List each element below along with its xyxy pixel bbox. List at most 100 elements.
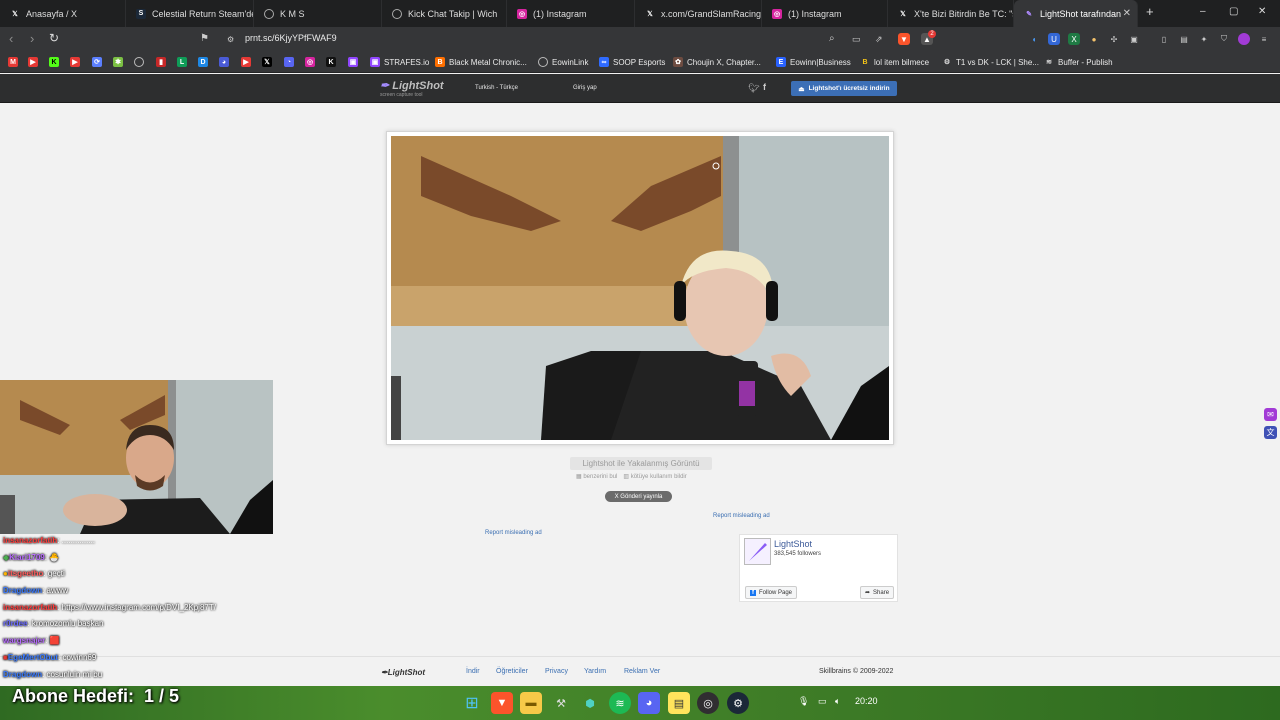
footer-link-download[interactable]: İndir (466, 668, 480, 675)
profile-icon[interactable] (1238, 33, 1250, 45)
login-link[interactable]: Giriş yap (573, 85, 597, 91)
puzzle-icon[interactable]: ✣ (1108, 33, 1120, 45)
footer-link-tutorials[interactable]: Öğreticiler (496, 668, 528, 675)
bookmark-favicon-icon[interactable]: ◕ (219, 57, 229, 67)
sticky-notes-icon[interactable]: ▤ (668, 692, 690, 714)
download-button[interactable]: ⏏ Lightshot'ı ücretsiz indirin (791, 81, 897, 96)
url-input[interactable]: prnt.sc/6KjyYPfFWAF9 (245, 33, 337, 43)
vpn-icon[interactable]: ⬢ (579, 692, 601, 714)
twitch-icon[interactable]: ▣ (348, 57, 358, 67)
tools-icon[interactable]: ⚒ (550, 692, 572, 714)
kick-icon[interactable]: K (49, 57, 59, 67)
bookmark-buffer[interactable]: ≋ Buffer - Publish (1044, 57, 1112, 67)
tab-steam[interactable]: S Celestial Return Steam'de (126, 0, 254, 27)
tab-x-post[interactable]: 𝕏 X'te Bizi Bitirdin Be TC: "sa (888, 0, 1014, 27)
volume-icon[interactable]: 🔈︎ (835, 696, 840, 707)
instagram-icon[interactable]: ◎ (305, 57, 315, 67)
maximize-button[interactable]: ▢ (1229, 6, 1238, 17)
tab-grandslam[interactable]: 𝕏x.com/GrandSlamRacing/s (635, 0, 762, 27)
clock[interactable]: 20:20 (855, 696, 878, 706)
report-ad-link[interactable]: Report misleading ad (485, 530, 542, 536)
forward-icon[interactable]: › (30, 31, 34, 46)
wallet-icon[interactable]: ▤ (1178, 33, 1190, 45)
site-info-icon[interactable]: ⚙ (227, 35, 234, 44)
network-icon[interactable]: ▭ (818, 696, 827, 707)
bookmark-eowinn-business[interactable]: E Eowinn|Business (776, 57, 851, 67)
bookmark-eowinlink[interactable]: EowinLink (538, 57, 588, 67)
bookmark-favicon-icon[interactable]: L (177, 57, 187, 67)
extension-icon[interactable]: ● (1088, 33, 1100, 45)
x-logo-icon[interactable]: 𝕏 (262, 57, 272, 67)
bookmark-black-metal[interactable]: B Black Metal Chronic... (435, 57, 527, 67)
windows-start-icon[interactable]: ⊞ (461, 692, 483, 714)
downloads-icon[interactable]: ▣ (1128, 33, 1140, 45)
sidebar-translate-icon[interactable]: 文 (1264, 426, 1277, 439)
bookmark-favicon-icon[interactable]: ⟳ (92, 57, 102, 67)
twitter-icon[interactable]: 🐦︎ (748, 83, 759, 94)
vpn-icon[interactable]: ⛉ (1218, 33, 1230, 45)
footer-logo[interactable]: ✒LightShot (381, 668, 425, 677)
youtube-icon[interactable]: ▶ (70, 57, 80, 67)
bookmark-favicon-icon[interactable]: M (8, 57, 18, 67)
bookmark-lol-item[interactable]: Blol item bilmece (860, 57, 929, 67)
new-tab-button[interactable]: + (1146, 4, 1154, 19)
bookmark-soop[interactable]: ∞ SOOP Esports (599, 57, 665, 67)
fb-page-name[interactable]: LightShot (774, 539, 812, 549)
youtube-icon[interactable]: ▶ (241, 57, 251, 67)
share-button[interactable]: ➦ Share (860, 586, 895, 599)
discord-icon[interactable]: ◕ (638, 692, 660, 714)
reload-icon[interactable]: ↻ (49, 31, 59, 45)
tab-kms[interactable]: K M S (254, 0, 382, 27)
search-icon[interactable]: ⌕ (829, 33, 835, 44)
youtube-icon[interactable]: ▶ (28, 57, 38, 67)
share-icon[interactable]: ⇗ (875, 34, 883, 45)
file-explorer-icon[interactable]: ▬ (520, 692, 542, 714)
extension-icon[interactable]: U (1048, 33, 1060, 45)
leo-icon[interactable]: ✦ (1198, 33, 1210, 45)
back-icon[interactable]: ‹ (9, 31, 13, 46)
screenshot-image[interactable] (391, 136, 889, 440)
close-icon[interactable]: ✕ (1123, 8, 1131, 19)
bookmark-icon[interactable]: ⚑ (200, 33, 209, 44)
bookmark-favicon-icon[interactable]: ▮ (156, 57, 166, 67)
minimize-button[interactable]: – (1200, 6, 1206, 17)
lightshot-logo[interactable]: ✒ LightShot screen capture tool (380, 79, 444, 98)
spotify-icon[interactable]: ≋ (609, 692, 631, 714)
bookmark-strafes[interactable]: ▣ STRAFES.io (370, 57, 429, 67)
globe-icon[interactable] (134, 57, 144, 67)
bookmark-t1-dk[interactable]: ⚙ T1 vs DK - LCK | She... (942, 57, 1039, 67)
microphone-icon[interactable]: 🎙︎ (798, 696, 809, 707)
brave-icon[interactable]: ▼ (491, 692, 513, 714)
tab-kick-chat[interactable]: Kick Chat Takip | Wich (382, 0, 507, 27)
tab-instagram-1[interactable]: ◎ (1) Instagram (507, 0, 635, 27)
similar-link[interactable]: ▦ benzerini bul (576, 473, 617, 480)
report-abuse-link[interactable]: ▥ kötüye kullanım bildir (623, 473, 686, 480)
bookmark-choujin[interactable]: ✿ Choujin X, Chapter... (673, 57, 761, 67)
discord-icon[interactable]: ◔ (284, 57, 294, 67)
follow-page-button[interactable]: f Follow Page (745, 586, 798, 599)
steam-icon[interactable]: ⚙ (727, 692, 749, 714)
sidebar-extension-icon[interactable]: ✉ (1264, 408, 1277, 421)
tab-instagram-2[interactable]: ◎ (1) Instagram (762, 0, 888, 27)
tab-lightshot[interactable]: ✎ LightShot tarafından ✕ (1014, 0, 1138, 27)
language-select[interactable]: Turkish - Türkçe (475, 85, 518, 91)
extension-icon[interactable]: X (1068, 33, 1080, 45)
facebook-icon[interactable]: f (763, 82, 766, 92)
bookmark-favicon-icon[interactable]: K (326, 57, 336, 67)
footer-link-help[interactable]: Yardım (584, 668, 606, 675)
bookmark-favicon-icon[interactable]: D (198, 57, 208, 67)
cast-icon[interactable]: ▭ (852, 34, 861, 45)
lightshot-avatar[interactable] (744, 538, 771, 565)
extension-icon[interactable]: ◖ (1028, 33, 1040, 45)
bookmark-favicon-icon[interactable]: ✱ (113, 57, 123, 67)
footer-link-privacy[interactable]: Privacy (545, 668, 568, 675)
tab-x-home[interactable]: 𝕏 Anasayfa / X (0, 0, 126, 27)
menu-icon[interactable]: ≡ (1258, 33, 1270, 45)
footer-link-advertise[interactable]: Reklam Ver (624, 668, 660, 675)
close-window-button[interactable]: ✕ (1258, 6, 1266, 17)
sidebar-icon[interactable]: ▯ (1158, 33, 1170, 45)
obs-icon[interactable]: ◎ (697, 692, 719, 714)
brave-shield-icon[interactable]: ▼ (898, 33, 910, 45)
post-to-x-button[interactable]: X Gönderi yayınla (605, 491, 672, 502)
report-ad-link[interactable]: Report misleading ad (713, 513, 770, 519)
